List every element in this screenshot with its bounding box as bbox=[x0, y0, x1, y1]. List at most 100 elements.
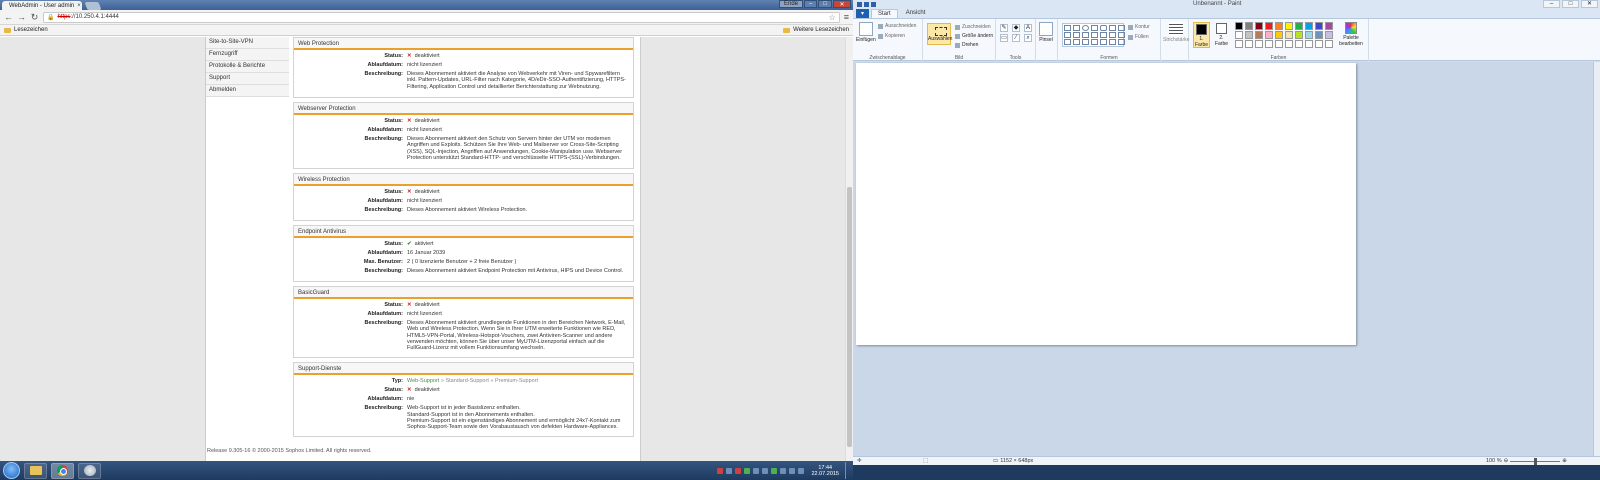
sidebar-item-support[interactable]: Support bbox=[206, 73, 289, 85]
eraser-icon[interactable]: ▭ bbox=[1000, 34, 1008, 42]
tab-view[interactable]: Ansicht bbox=[900, 9, 932, 18]
palette-color-swatch[interactable] bbox=[1265, 31, 1273, 39]
palette-color-swatch[interactable] bbox=[1245, 31, 1253, 39]
scrollbar-thumb[interactable] bbox=[847, 187, 852, 447]
page-scrollbar[interactable] bbox=[845, 37, 853, 461]
chrome-menu-icon[interactable]: ≡ bbox=[844, 12, 849, 22]
star-shape-icon[interactable] bbox=[1073, 39, 1080, 45]
callout-shape-icon[interactable] bbox=[1100, 39, 1107, 45]
sidebar-item-logs-reports[interactable]: Protokolle & Berichte bbox=[206, 61, 289, 73]
palette-color-swatch[interactable] bbox=[1235, 31, 1243, 39]
paste-button[interactable]: Einfügen bbox=[856, 22, 876, 43]
color2-button[interactable]: 2. Farbe bbox=[1213, 22, 1230, 48]
curve-shape-icon[interactable] bbox=[1073, 25, 1080, 31]
palette-color-swatch[interactable] bbox=[1285, 22, 1293, 30]
tray-app-icon[interactable] bbox=[753, 467, 760, 474]
standard-support-link[interactable]: Standard-Support bbox=[445, 378, 488, 384]
zoom-in-button[interactable]: ⊕ bbox=[1562, 458, 1567, 464]
minimize-button[interactable]: – bbox=[1543, 0, 1560, 8]
palette-color-swatch[interactable] bbox=[1275, 40, 1283, 48]
browser-tab[interactable]: WebAdmin - User admin × bbox=[2, 1, 82, 10]
rounded-rect-shape-icon[interactable] bbox=[1100, 25, 1107, 31]
palette-color-swatch[interactable] bbox=[1245, 22, 1253, 30]
line-shape-icon[interactable] bbox=[1064, 25, 1071, 31]
palette-color-swatch[interactable] bbox=[1295, 40, 1303, 48]
file-menu-button[interactable]: ▾ bbox=[856, 9, 870, 18]
new-tab-button[interactable] bbox=[84, 2, 102, 10]
rotate-button[interactable]: Drehen bbox=[955, 42, 978, 48]
taskbar-paint-button[interactable] bbox=[78, 462, 101, 479]
sidebar-item-site-to-site-vpn[interactable]: Site-to-Site-VPN bbox=[206, 37, 289, 49]
redo-icon[interactable] bbox=[871, 1, 876, 7]
palette-color-swatch[interactable] bbox=[1275, 22, 1283, 30]
browser-user-button[interactable]: Ende bbox=[779, 0, 804, 8]
hexagon-shape-icon[interactable] bbox=[1091, 32, 1098, 38]
close-window-button[interactable]: ✕ bbox=[1581, 0, 1598, 8]
volume-icon[interactable] bbox=[798, 467, 805, 474]
palette-color-swatch[interactable] bbox=[1255, 22, 1263, 30]
edit-colors-button[interactable]: Palette bearbeiten bbox=[1339, 22, 1363, 47]
taskbar-clock[interactable]: 17:44 22.07.2015 bbox=[811, 465, 839, 477]
select-button[interactable]: Auswählen bbox=[927, 23, 952, 45]
tray-app-icon[interactable] bbox=[762, 467, 769, 474]
tray-app-icon[interactable] bbox=[771, 467, 778, 474]
brushes-button[interactable]: Pinsel bbox=[1039, 22, 1053, 43]
palette-color-swatch[interactable] bbox=[1325, 22, 1333, 30]
palette-color-swatch[interactable] bbox=[1275, 31, 1283, 39]
tab-start[interactable]: Start bbox=[871, 9, 898, 18]
close-window-button[interactable]: ✕ bbox=[833, 0, 851, 8]
rect-shape-icon[interactable] bbox=[1091, 25, 1098, 31]
resize-button[interactable]: Größe ändern bbox=[955, 33, 993, 39]
magnifier-icon[interactable]: ⌕ bbox=[1024, 34, 1032, 42]
diamond-shape-icon[interactable] bbox=[1073, 32, 1080, 38]
taskbar-explorer-button[interactable] bbox=[24, 462, 47, 479]
tray-app-icon[interactable] bbox=[717, 467, 724, 474]
triangle-shape-icon[interactable] bbox=[1118, 25, 1125, 31]
palette-color-swatch[interactable] bbox=[1295, 22, 1303, 30]
bookmarks-folder[interactable]: Lesezeichen bbox=[14, 27, 48, 33]
arrow-shape-icon[interactable] bbox=[1118, 32, 1125, 38]
palette-color-swatch[interactable] bbox=[1285, 31, 1293, 39]
star-shape-icon[interactable] bbox=[1091, 39, 1098, 45]
callout-shape-icon[interactable] bbox=[1109, 39, 1116, 45]
cut-button[interactable]: Ausschneiden bbox=[878, 23, 916, 29]
back-icon[interactable]: ← bbox=[4, 12, 13, 22]
palette-color-swatch[interactable] bbox=[1315, 31, 1323, 39]
tray-app-icon[interactable] bbox=[726, 467, 733, 474]
drawing-canvas[interactable] bbox=[856, 63, 1356, 345]
palette-color-swatch[interactable] bbox=[1295, 31, 1303, 39]
sidebar-item-remote-access[interactable]: Fernzugriff bbox=[206, 49, 289, 61]
color1-button[interactable]: 1. Farbe bbox=[1193, 22, 1210, 48]
palette-color-swatch[interactable] bbox=[1305, 22, 1313, 30]
taskbar-chrome-button[interactable] bbox=[51, 462, 74, 479]
text-icon[interactable]: A bbox=[1024, 24, 1032, 32]
palette-color-swatch[interactable] bbox=[1285, 40, 1293, 48]
network-icon[interactable] bbox=[789, 467, 796, 474]
reload-icon[interactable]: ↻ bbox=[30, 12, 39, 23]
start-button[interactable] bbox=[3, 462, 20, 479]
tray-app-icon[interactable] bbox=[780, 467, 787, 474]
palette-color-swatch[interactable] bbox=[1325, 31, 1333, 39]
palette-color-swatch[interactable] bbox=[1265, 22, 1273, 30]
shapes-gallery[interactable] bbox=[1062, 23, 1125, 47]
palette-color-swatch[interactable] bbox=[1315, 22, 1323, 30]
close-tab-icon[interactable]: × bbox=[77, 3, 81, 9]
undo-icon[interactable] bbox=[864, 1, 869, 7]
show-desktop-button[interactable] bbox=[845, 462, 850, 479]
pencil-icon[interactable]: ✎ bbox=[1000, 24, 1008, 32]
save-icon[interactable] bbox=[857, 1, 862, 7]
address-bar[interactable]: 🔒 https://10.250.4.1:4444 ☆ bbox=[43, 11, 840, 23]
palette-color-swatch[interactable] bbox=[1255, 40, 1263, 48]
star-shape-icon[interactable] bbox=[1082, 39, 1089, 45]
zoom-out-button[interactable]: ⊖ bbox=[1504, 458, 1509, 464]
other-bookmarks[interactable]: Weitere Lesezeichen bbox=[793, 27, 849, 33]
color-picker-icon[interactable]: ⁄ bbox=[1012, 34, 1020, 42]
tray-app-icon[interactable] bbox=[744, 467, 751, 474]
size-button[interactable]: Strichstärke bbox=[1163, 22, 1189, 43]
forward-icon[interactable]: → bbox=[17, 12, 26, 22]
workspace-scrollbar[interactable] bbox=[1593, 62, 1600, 456]
pentagon-shape-icon[interactable] bbox=[1082, 32, 1089, 38]
arrow-shape-icon[interactable] bbox=[1109, 32, 1116, 38]
fill-icon[interactable]: ◆ bbox=[1012, 24, 1020, 32]
oval-shape-icon[interactable] bbox=[1082, 25, 1089, 31]
